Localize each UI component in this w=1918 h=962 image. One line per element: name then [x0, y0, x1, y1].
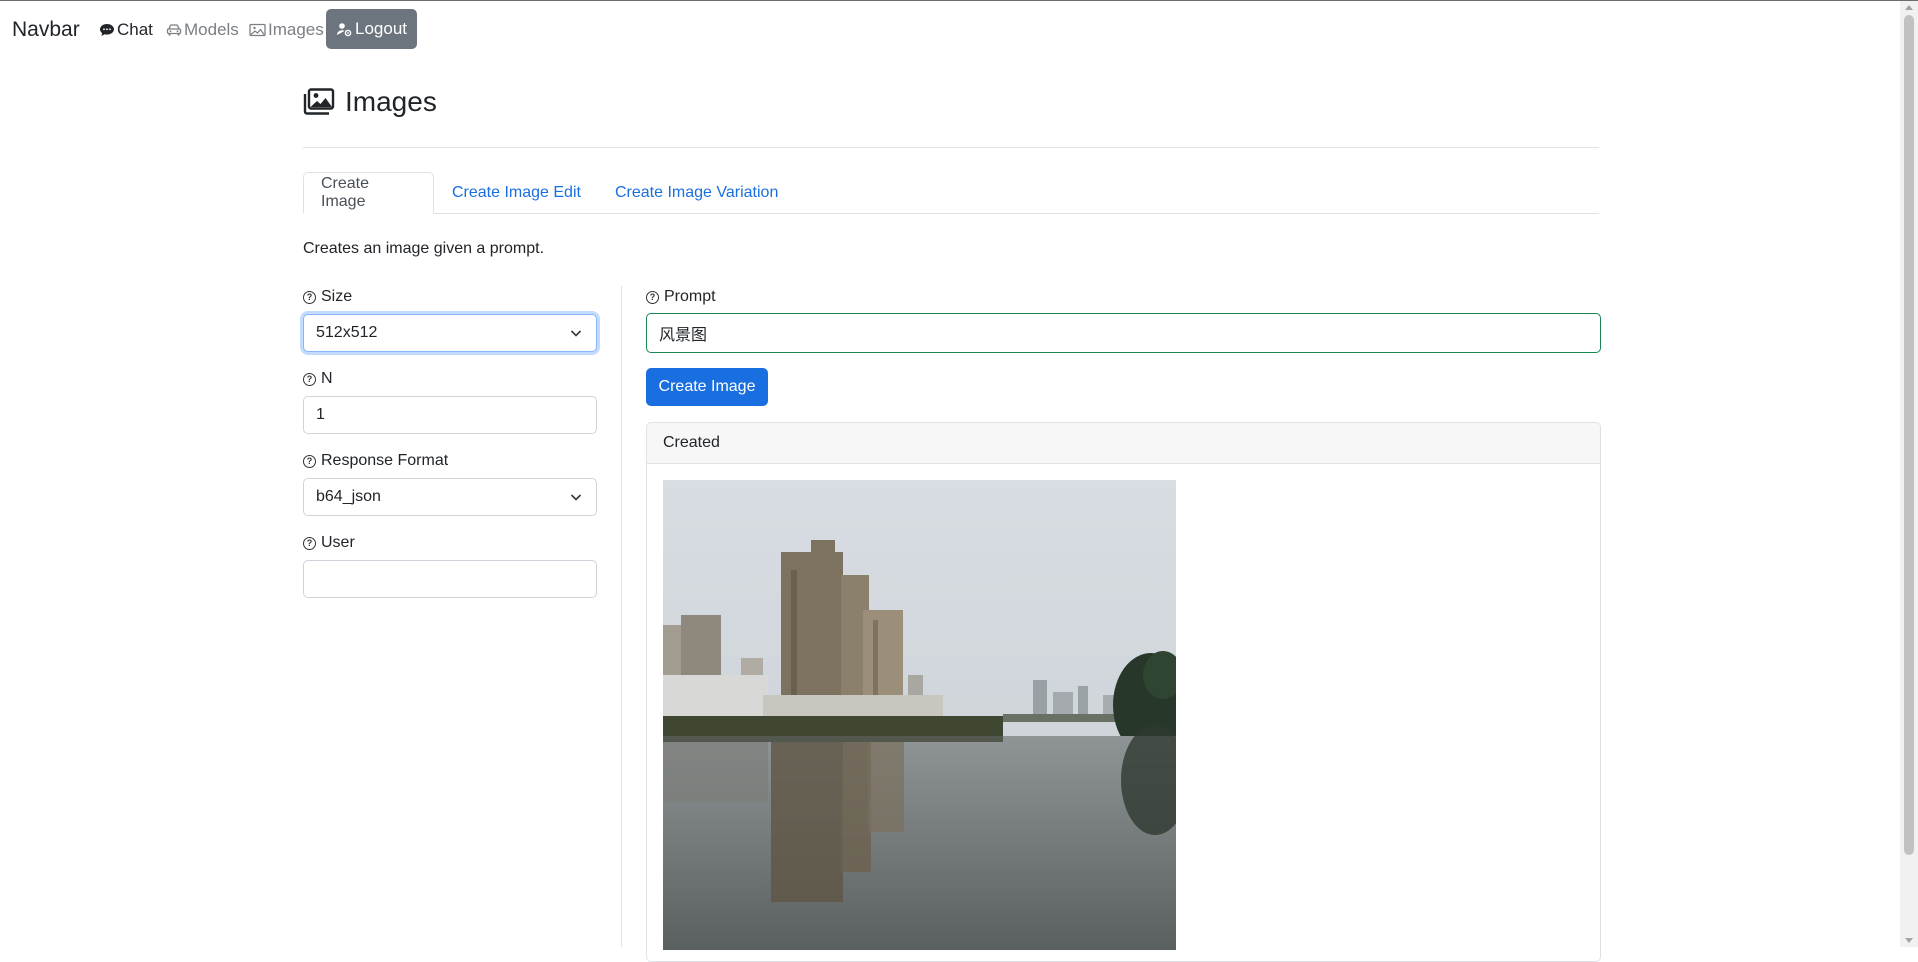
- user-label-text: User: [321, 534, 355, 551]
- help-icon[interactable]: ?: [303, 536, 316, 550]
- nav-link-models-label: Models: [184, 20, 239, 39]
- scroll-up-arrow-icon[interactable]: [1905, 5, 1913, 10]
- response-format-select[interactable]: b64_json: [303, 478, 597, 516]
- image-icon: [249, 23, 266, 37]
- page-title-text: Images: [345, 86, 437, 117]
- vertical-scrollbar[interactable]: [1900, 1, 1918, 947]
- prompt-input-value: 风景图: [659, 325, 708, 344]
- page-description: Creates an image given a prompt.: [303, 240, 545, 257]
- nav-link-chat[interactable]: Chat: [99, 20, 153, 40]
- response-format-label-text: Response Format: [321, 452, 449, 469]
- chevron-down-icon: [570, 494, 582, 501]
- prompt-label: ? Prompt: [646, 288, 716, 306]
- help-icon[interactable]: ?: [303, 290, 316, 304]
- navbar-brand[interactable]: Navbar: [12, 18, 80, 42]
- chevron-down-icon: [570, 330, 582, 337]
- n-input[interactable]: 1: [303, 396, 597, 434]
- response-format-select-value: b64_json: [316, 488, 381, 505]
- prompt-input[interactable]: 风景图: [646, 313, 1601, 353]
- create-image-button[interactable]: Create Image: [646, 368, 768, 406]
- size-select[interactable]: 512x512: [303, 314, 597, 352]
- prompt-label-text: Prompt: [664, 288, 716, 305]
- images-icon: [303, 88, 335, 115]
- tab-create-image-edit[interactable]: Create Image Edit: [435, 172, 598, 214]
- person-gear-icon: [337, 23, 352, 37]
- response-format-label: ? Response Format: [303, 452, 448, 470]
- n-label: ? N: [303, 370, 333, 388]
- generated-image: [663, 480, 1176, 950]
- heading-divider: [303, 147, 1599, 148]
- tab-create-image-variation[interactable]: Create Image Variation: [598, 172, 795, 214]
- scroll-down-arrow-icon[interactable]: [1905, 938, 1913, 943]
- user-input[interactable]: [303, 560, 597, 598]
- column-divider: [621, 286, 622, 947]
- result-card: Created: [646, 422, 1601, 962]
- nav-link-images[interactable]: Images: [249, 20, 324, 40]
- nav-link-chat-label: Chat: [117, 20, 153, 39]
- help-icon[interactable]: ?: [303, 372, 316, 386]
- nav-link-images-label: Images: [268, 20, 324, 39]
- logout-button-label: Logout: [355, 19, 407, 38]
- page-title: Images: [303, 86, 437, 118]
- logout-button[interactable]: Logout: [326, 9, 417, 49]
- chat-bubble-icon: [100, 24, 114, 36]
- size-select-value: 512x512: [316, 324, 378, 341]
- scroll-thumb[interactable]: [1904, 15, 1914, 855]
- n-label-text: N: [321, 370, 333, 387]
- help-icon[interactable]: ?: [303, 454, 316, 468]
- size-label: ? Size: [303, 288, 352, 306]
- user-label: ? User: [303, 534, 355, 552]
- size-label-text: Size: [321, 288, 353, 305]
- nav-link-models[interactable]: Models: [166, 20, 239, 40]
- result-card-header: Created: [647, 423, 1600, 464]
- tab-create-image[interactable]: Create Image: [303, 172, 434, 214]
- navbar: Navbar Chat Models Images Logout: [0, 1, 1900, 57]
- help-icon[interactable]: ?: [646, 290, 659, 304]
- car-icon: [166, 24, 182, 36]
- n-input-value: 1: [316, 406, 325, 423]
